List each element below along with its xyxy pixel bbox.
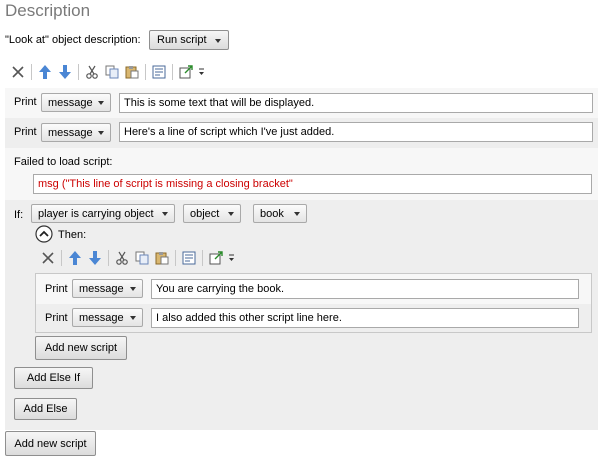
copy-icon[interactable] [132, 249, 152, 267]
script-line: Print message This is some text that wil… [5, 88, 598, 118]
toolbar-separator [145, 64, 146, 80]
print-type-value: message [79, 282, 124, 295]
paste-icon[interactable] [152, 249, 172, 267]
print-type-dropdown[interactable]: message [72, 279, 143, 298]
toolbar-separator [78, 64, 79, 80]
chevron-down-icon [162, 211, 168, 216]
delete-icon[interactable] [8, 63, 28, 81]
print-type-value: message [48, 126, 93, 139]
if-label: If: [14, 209, 24, 221]
run-script-value: Run script [157, 34, 207, 46]
failed-label: Failed to load script: [14, 156, 113, 168]
cut-icon[interactable] [82, 63, 102, 81]
popout-icon[interactable] [176, 63, 196, 81]
toolbar-overflow-icon[interactable] [226, 249, 236, 267]
param-value-value: book [260, 207, 284, 220]
toolbar-separator [202, 250, 203, 266]
failed-script-input[interactable]: msg ("This line of script is missing a c… [33, 174, 592, 194]
print-label: Print [14, 126, 37, 138]
collapse-then-button[interactable] [35, 225, 53, 243]
run-script-dropdown[interactable]: Run script [149, 30, 229, 50]
script-line: Print message I also added this other sc… [36, 304, 591, 332]
add-new-script-button[interactable]: Add new script [5, 431, 96, 456]
add-else-if-button[interactable]: Add Else If [14, 367, 93, 389]
chevron-down-icon [98, 100, 104, 105]
print-type-dropdown[interactable]: message [72, 308, 143, 327]
print-label: Print [45, 312, 68, 324]
param-value-dropdown[interactable]: book [253, 204, 307, 223]
print-type-value: message [79, 311, 124, 324]
chevron-down-icon [215, 39, 221, 43]
script-toolbar [8, 62, 206, 82]
param-type-value: object [190, 207, 220, 220]
then-toolbar [38, 248, 236, 268]
add-new-script-then-button[interactable]: Add new script [35, 336, 127, 360]
message-text-input[interactable]: You are carrying the book. [151, 279, 579, 299]
add-else-button[interactable]: Add Else [14, 398, 77, 420]
message-text-input[interactable]: This is some text that will be displayed… [119, 93, 593, 113]
if-block: If: player is carrying object object boo… [5, 200, 598, 430]
failed-script-block: Failed to load script: msg ("This line o… [5, 148, 598, 200]
move-down-icon[interactable] [85, 249, 105, 267]
toolbar-separator [31, 64, 32, 80]
delete-icon[interactable] [38, 249, 58, 267]
toolbar-separator [61, 250, 62, 266]
copy-icon[interactable] [102, 63, 122, 81]
then-script-list: Print message You are carrying the book.… [35, 273, 592, 333]
paste-icon[interactable] [122, 63, 142, 81]
chevron-down-icon [130, 286, 136, 291]
code-view-icon[interactable] [149, 63, 169, 81]
move-up-icon[interactable] [35, 63, 55, 81]
print-type-value: message [48, 96, 93, 109]
move-up-icon[interactable] [65, 249, 85, 267]
print-label: Print [45, 283, 68, 295]
toolbar-separator [108, 250, 109, 266]
message-text-input[interactable]: Here's a line of script which I've just … [119, 122, 593, 142]
move-down-icon[interactable] [55, 63, 75, 81]
chevron-down-icon [294, 211, 300, 216]
script-line: Print message You are carrying the book. [36, 274, 591, 304]
chevron-up-circle-icon [35, 225, 53, 243]
toolbar-separator [175, 250, 176, 266]
toolbar-separator [172, 64, 173, 80]
section-title: Description [5, 1, 91, 20]
code-view-icon[interactable] [179, 249, 199, 267]
message-text-input[interactable]: I also added this other script line here… [151, 308, 579, 328]
then-label: Then: [58, 229, 87, 241]
condition-value: player is carrying object [38, 207, 154, 220]
print-label: Print [14, 96, 37, 108]
script-line: Print message Here's a line of script wh… [5, 118, 598, 148]
param-type-dropdown[interactable]: object [183, 204, 241, 223]
chevron-down-icon [130, 315, 136, 320]
popout-icon[interactable] [206, 249, 226, 267]
print-type-dropdown[interactable]: message [41, 123, 111, 142]
toolbar-overflow-icon[interactable] [196, 63, 206, 81]
chevron-down-icon [228, 211, 234, 216]
print-type-dropdown[interactable]: message [41, 93, 111, 112]
cut-icon[interactable] [112, 249, 132, 267]
chevron-down-icon [98, 130, 104, 135]
condition-dropdown[interactable]: player is carrying object [31, 204, 175, 223]
look-at-label: "Look at" object description: [5, 34, 141, 46]
